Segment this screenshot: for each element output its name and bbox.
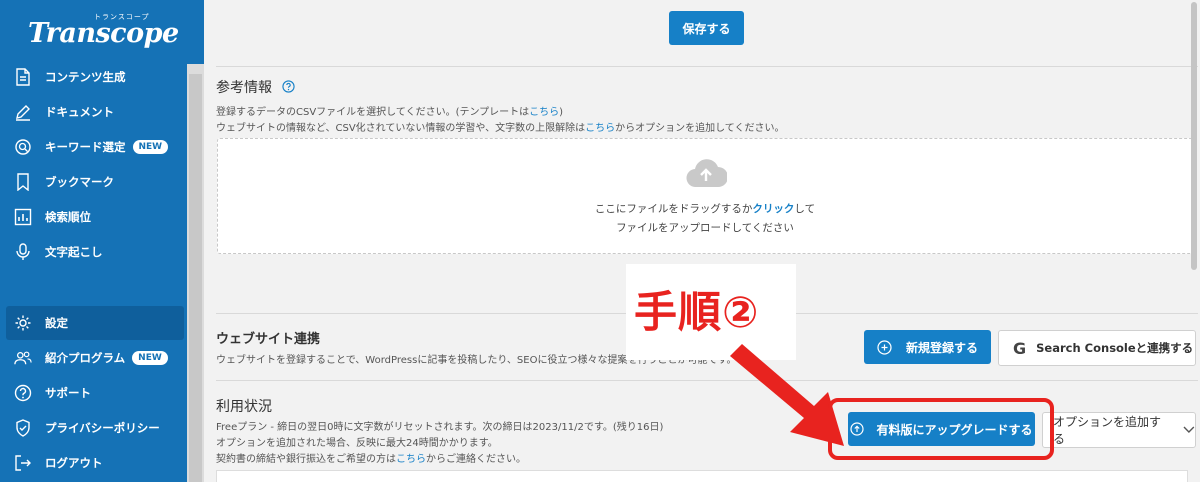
new-badge: NEW xyxy=(132,140,169,154)
scrollbar-thumb[interactable] xyxy=(189,74,202,482)
document-icon xyxy=(14,68,32,86)
reference-instruction: 登録するデータのCSVファイルを選択してください。(テンプレートはこちら) xyxy=(216,107,564,118)
sidebar-item-content-generation[interactable]: コンテンツ生成 xyxy=(0,60,186,94)
sidebar-item-label: コンテンツ生成 xyxy=(45,70,126,84)
search-console-label: Search Consoleと連携する xyxy=(1036,341,1194,355)
add-option-label: オプションを追加する xyxy=(1053,415,1162,446)
cloud-upload-icon xyxy=(686,159,727,188)
sidebar-item-documents[interactable]: ドキュメント xyxy=(0,95,186,129)
sidebar-item-referral[interactable]: 紹介プログラム NEW xyxy=(0,341,186,375)
register-website-button[interactable]: 新規登録する xyxy=(864,330,991,364)
sidebar-item-privacy-policy[interactable]: プライバシーポリシー xyxy=(0,411,186,445)
next-section-box xyxy=(216,470,1188,482)
logo[interactable]: トランスコープ Transcope xyxy=(14,6,194,52)
divider xyxy=(216,380,1198,381)
sidebar-scrollbar[interactable] xyxy=(187,64,204,482)
dropzone-subtext: ファイルをアップロードしてください xyxy=(616,222,794,234)
sidebar-item-label: 検索順位 xyxy=(45,210,91,224)
sidebar-item-label: ログアウト xyxy=(45,456,103,470)
sidebar: トランスコープ Transcope コンテンツ生成 ドキュメント キーワード選定… xyxy=(0,0,204,482)
contact-link[interactable]: こちら xyxy=(396,454,426,465)
sidebar-item-search-ranking[interactable]: 検索順位 xyxy=(0,200,186,234)
main-scrollbar[interactable] xyxy=(1188,0,1200,482)
bookmark-icon xyxy=(14,173,32,191)
plus-circle-icon xyxy=(877,339,892,355)
template-link[interactable]: こちら xyxy=(529,107,559,118)
help-icon[interactable] xyxy=(282,80,296,93)
new-badge: NEW xyxy=(132,351,168,365)
sidebar-item-label: ブックマーク xyxy=(45,175,114,189)
annotation-text: 手順② xyxy=(634,288,760,338)
sidebar-item-support[interactable]: サポート xyxy=(0,376,186,410)
sidebar-item-keyword-selection[interactable]: キーワード選定 NEW xyxy=(0,130,186,164)
reference-option-note: ウェブサイトの情報など、CSV化されていない情報の学習や、文字数の上限解除はこち… xyxy=(216,123,785,134)
usage-option-note: オプションを追加された場合、反映に最大24時間かかります。 xyxy=(216,438,498,449)
sidebar-item-label: キーワード選定 xyxy=(45,140,126,154)
chart-icon xyxy=(14,208,32,226)
usage-plan-info: Freeプラン - 締日の翌日0時に文字数がリセットされます。次の締日は2023… xyxy=(216,422,664,433)
divider xyxy=(216,66,1198,67)
help-icon xyxy=(14,384,32,402)
sidebar-item-label: 紹介プログラム xyxy=(45,351,126,365)
search-icon xyxy=(14,138,32,156)
register-label: 新規登録する xyxy=(905,340,978,355)
microphone-icon xyxy=(14,243,32,261)
usage-contact-note: 契約書の締結や銀行振込をご希望の方はこちらからご連絡ください。 xyxy=(216,454,526,465)
main-content: 保存する 参考情報 登録するデータのCSVファイルを選択してください。(テンプレ… xyxy=(204,0,1200,482)
sidebar-item-transcription[interactable]: 文字起こし xyxy=(0,235,186,269)
sidebar-item-logout[interactable]: ログアウト xyxy=(0,446,186,480)
sidebar-item-settings[interactable]: 設定 xyxy=(6,306,184,340)
reference-title: 参考情報 xyxy=(216,77,296,97)
usage-title: 利用状況 xyxy=(216,399,272,415)
sidebar-item-label: ドキュメント xyxy=(45,105,114,119)
shield-icon xyxy=(14,419,32,437)
sidebar-item-label: プライバシーポリシー xyxy=(45,421,160,435)
annotation-highlight-frame xyxy=(828,398,1054,460)
sidebar-item-label: サポート xyxy=(45,386,91,400)
scrollbar-thumb[interactable] xyxy=(1191,2,1197,270)
file-dropzone[interactable]: ここにファイルをドラッグするかクリックして ファイルをアップロードしてください xyxy=(217,138,1193,254)
logo-text: Transcope xyxy=(28,18,179,49)
sidebar-item-label: 設定 xyxy=(45,316,68,330)
search-console-button[interactable]: G Search Consoleと連携する xyxy=(998,330,1196,366)
click-link[interactable]: クリック xyxy=(752,203,794,215)
sidebar-item-label: 文字起こし xyxy=(45,245,103,259)
logout-icon xyxy=(14,454,32,472)
pencil-icon xyxy=(14,103,32,121)
option-link[interactable]: こちら xyxy=(585,123,615,134)
google-icon: G xyxy=(1013,338,1027,358)
add-option-dropdown[interactable]: オプションを追加する xyxy=(1042,412,1196,448)
save-button[interactable]: 保存する xyxy=(669,11,744,45)
website-title: ウェブサイト連携 xyxy=(216,332,321,347)
dropzone-text: ここにファイルをドラッグするかクリックして xyxy=(594,203,816,215)
sidebar-item-bookmarks[interactable]: ブックマーク xyxy=(0,165,186,199)
users-icon xyxy=(14,349,32,367)
gear-icon xyxy=(14,314,32,332)
